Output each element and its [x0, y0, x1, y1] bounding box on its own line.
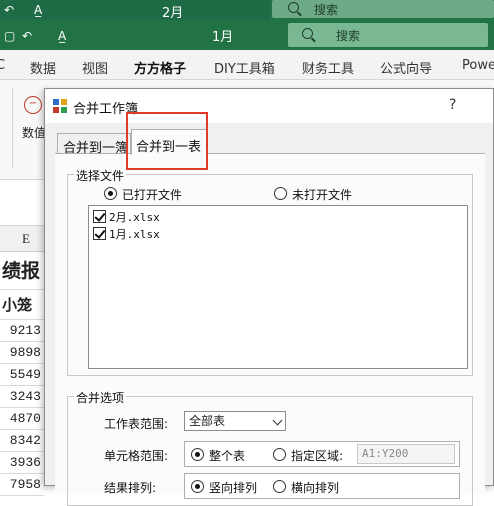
sheet-range-value: 全部表 [189, 414, 226, 428]
cell-value[interactable]: 8342 [0, 430, 44, 452]
cell-range-label: 单元格范围: [104, 449, 169, 463]
sheet-range-select[interactable]: 全部表 [184, 411, 286, 431]
format-icon[interactable]: A̲ [58, 28, 66, 44]
excel-titlebar-back: ↶ A̲ 2月 搜索 [0, 0, 494, 21]
ribbon-tab-view[interactable]: 视图 [82, 58, 108, 77]
tab-merge-to-workbook[interactable]: 合并到一簿 [57, 133, 131, 156]
file-list[interactable]: 2月.xlsx 1月.xlsx [88, 205, 468, 369]
format-icon[interactable]: A̲ [34, 2, 42, 18]
cell-value[interactable]: 4870 [0, 408, 44, 430]
cell-header[interactable]: 小笼 [0, 290, 44, 320]
search-icon [288, 2, 299, 13]
sheet-range-label: 工作表范围: [104, 417, 169, 431]
result-order-label: 结果排列: [104, 481, 157, 495]
specified-area-input[interactable]: A1:Y200 [357, 444, 455, 464]
select-files-legend: 选择文件 [74, 167, 127, 184]
app-icon [53, 99, 67, 113]
back-search-label: 搜索 [314, 3, 339, 17]
horizontal-order-radio[interactable] [273, 480, 286, 493]
cell-value[interactable]: 3936 [0, 452, 44, 474]
vertical-order-radio[interactable] [191, 480, 204, 493]
merge-workbook-dialog: 合并工作簿 ? 合并到一簿 合并到一表 选择文件 已打开文件 未打开文件 2月.… [44, 88, 494, 506]
merge-options-group: 合并选项 工作表范围: 全部表 单元格范围: 整个表 指定区域: A1:Y200… [67, 389, 473, 506]
numeric-icon[interactable]: − [24, 96, 42, 114]
file-checkbox[interactable] [93, 227, 106, 240]
dialog-titlebar: 合并工作簿 ? [45, 89, 493, 123]
window-title: 1月 [212, 30, 234, 45]
search-box[interactable]: 搜索 [288, 23, 488, 47]
undo-icon[interactable]: ↶ [4, 2, 14, 18]
whole-sheet-radio[interactable] [191, 448, 204, 461]
whole-sheet-label[interactable]: 整个表 [209, 447, 245, 464]
unopened-files-label[interactable]: 未打开文件 [292, 186, 352, 203]
merge-options-legend: 合并选项 [74, 389, 127, 406]
file-checkbox[interactable] [93, 210, 106, 223]
file-name[interactable]: 1月.xlsx [109, 226, 160, 242]
ribbon-separator [12, 88, 13, 168]
specified-area-label[interactable]: 指定区域: [291, 447, 343, 464]
cell-title[interactable]: 绩报 [0, 252, 44, 290]
back-window-title: 2月 [162, 6, 184, 21]
save-icon[interactable]: ▢ [4, 28, 15, 44]
column-header-label: E [22, 231, 30, 246]
opened-files-radio[interactable] [104, 187, 117, 200]
result-order-frame: 竖向排列 横向排列 [184, 473, 460, 499]
column-header[interactable]: E [0, 226, 44, 252]
unopened-files-radio[interactable] [274, 187, 287, 200]
tab-panel: 选择文件 已打开文件 未打开文件 2月.xlsx 1月.xlsx 合并选项 工作… [55, 153, 485, 506]
ribbon-tab-formula[interactable]: 公式向导 [380, 58, 432, 77]
ribbon-tab-data[interactable]: 数据 [30, 58, 56, 77]
ribbon-tab-finance[interactable]: 财务工具 [302, 58, 354, 77]
file-name[interactable]: 2月.xlsx [109, 209, 160, 225]
chevron-down-icon [272, 415, 283, 426]
vertical-order-label[interactable]: 竖向排列 [209, 479, 257, 496]
horizontal-order-label[interactable]: 横向排列 [291, 479, 339, 496]
specified-area-radio[interactable] [273, 448, 286, 461]
opened-files-label[interactable]: 已打开文件 [122, 186, 182, 203]
cell-value[interactable]: 7958 [0, 474, 44, 496]
select-files-group: 选择文件 已打开文件 未打开文件 2月.xlsx 1月.xlsx [67, 167, 473, 376]
cell-value[interactable]: 9898 [0, 342, 44, 364]
ribbon-tab-diy[interactable]: DIY工具箱 [214, 58, 275, 77]
undo-icon[interactable]: ↶ [22, 28, 32, 44]
excel-titlebar: ▢ ↶ A̲ 1月 搜索 [0, 20, 494, 50]
ribbon-tabs: C 数据 视图 方方格子 DIY工具箱 财务工具 公式向导 Powe [0, 50, 494, 83]
ribbon-tab-power[interactable]: Powe [462, 58, 494, 73]
cell-value[interactable]: 9213 [0, 320, 44, 342]
back-search-box[interactable]: 搜索 [272, 0, 494, 18]
cell-value[interactable]: 5549 [0, 364, 44, 386]
search-label: 搜索 [336, 29, 361, 43]
ribbon-tab-cut-off[interactable]: C [0, 58, 5, 73]
ribbon-tab-ffgz[interactable]: 方方格子 [134, 58, 187, 83]
cell-value[interactable]: 3243 [0, 386, 44, 408]
cell-range-frame: 整个表 指定区域: A1:Y200 [184, 441, 460, 467]
sheet-grid: 绩报 小笼 9213 9898 5549 3243 4870 8342 3936… [0, 252, 44, 496]
ribbon-group-label[interactable]: 数值 [22, 124, 46, 141]
help-button[interactable]: ? [449, 97, 456, 113]
highlight-annotation [126, 112, 208, 170]
search-icon [302, 28, 313, 39]
